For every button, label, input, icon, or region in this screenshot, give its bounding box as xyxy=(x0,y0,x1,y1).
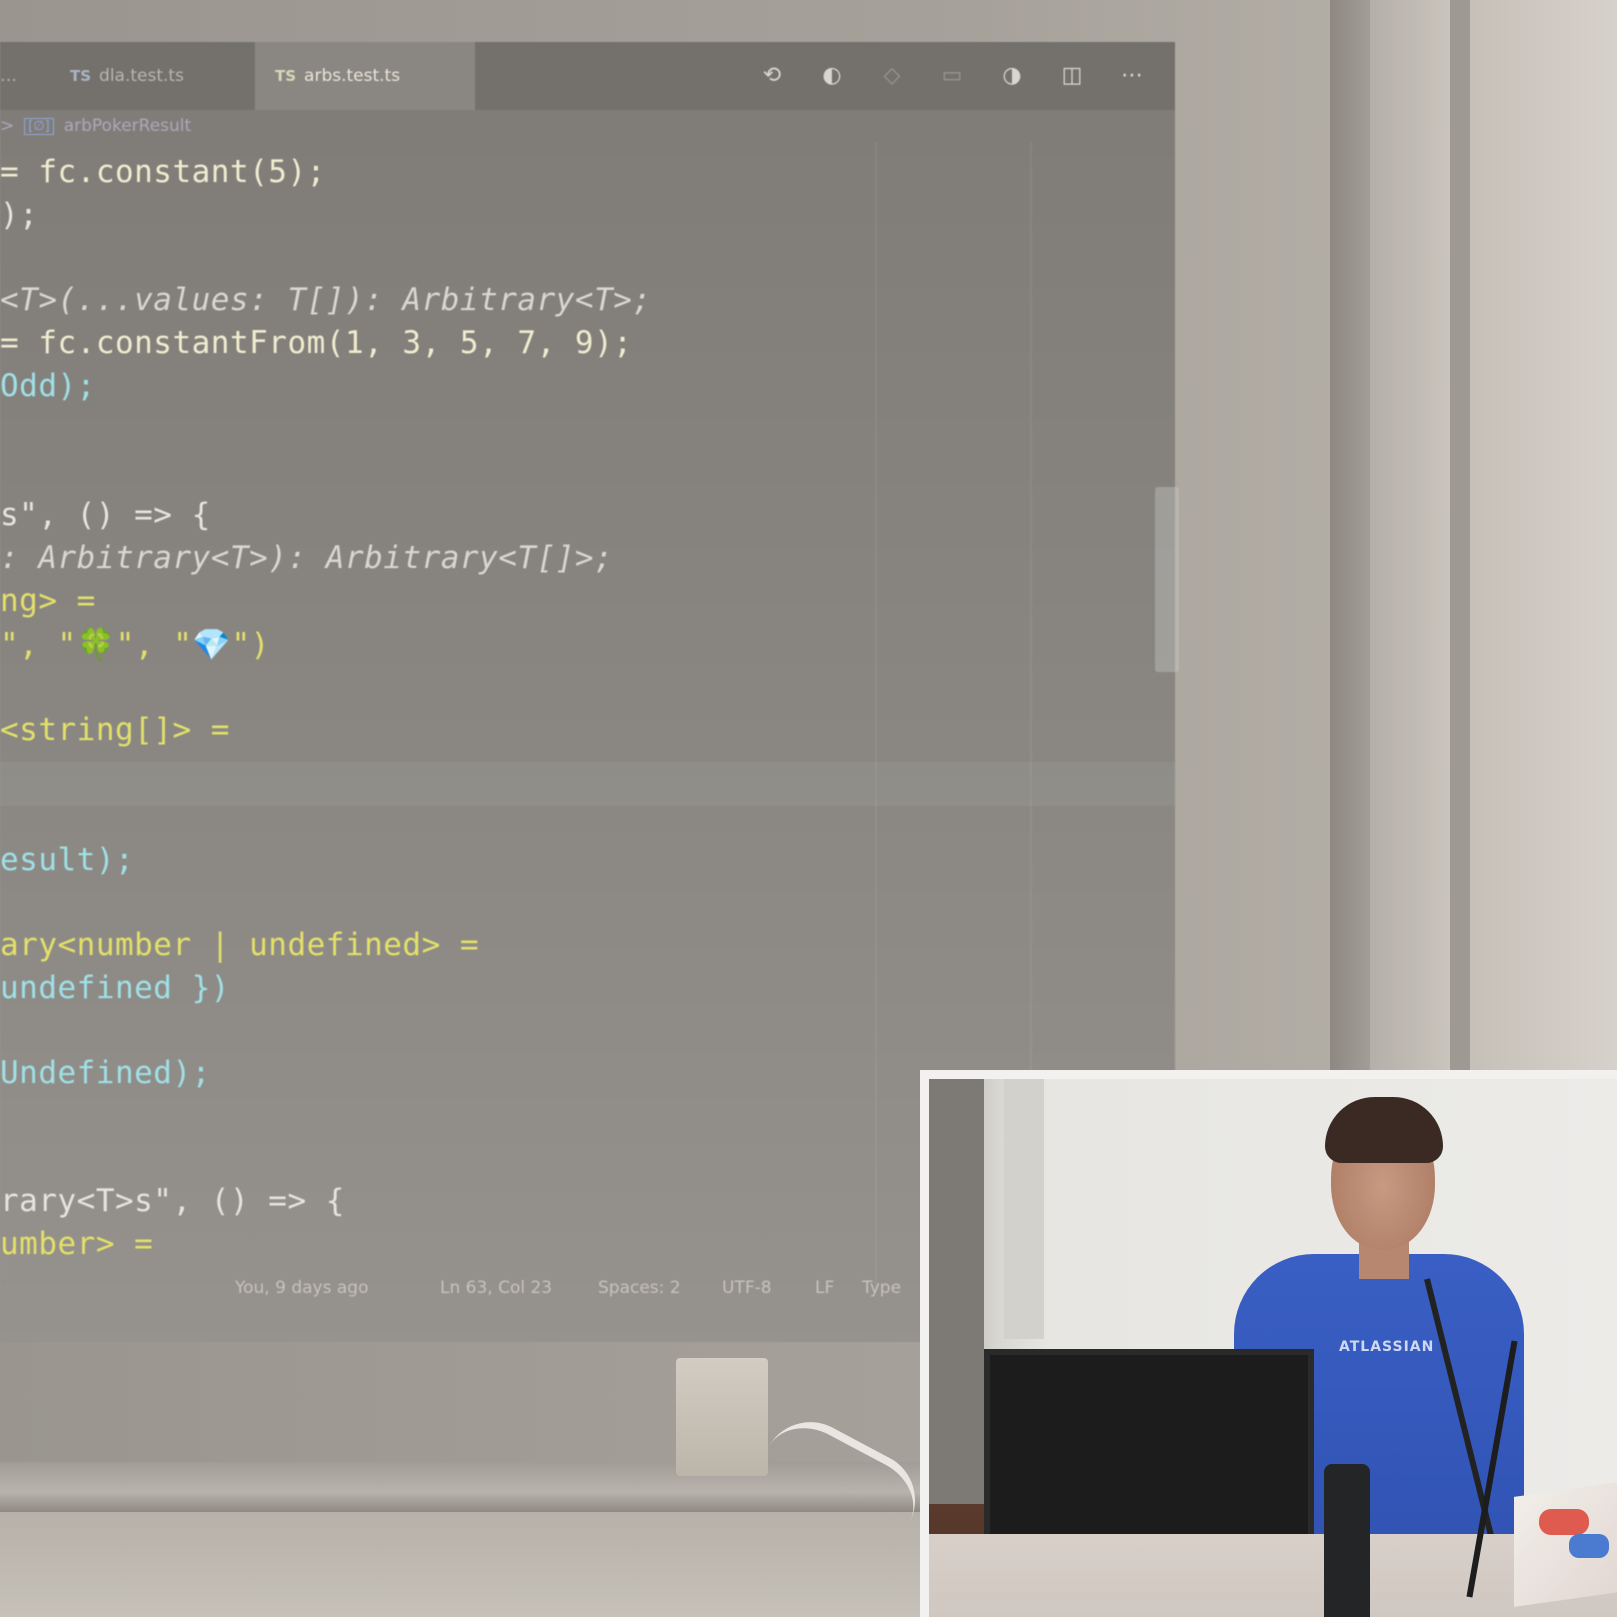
hair xyxy=(1325,1097,1443,1163)
code-line: <T>(...values: T[]): Arbitrary<T>; xyxy=(0,282,652,318)
split-editor-icon[interactable]: ◫ xyxy=(1058,62,1086,90)
toggle-icon[interactable]: ▭ xyxy=(938,62,966,90)
whiteboard-ledge xyxy=(0,1462,925,1512)
code-line: ); xyxy=(0,197,39,233)
wall-pillar xyxy=(1450,0,1470,1070)
line-ending-status[interactable]: LF xyxy=(815,1278,834,1298)
tab-label: arbs.test.ts xyxy=(304,66,401,86)
desk-monitor xyxy=(984,1349,1314,1549)
code-line: <string[]> = xyxy=(0,712,230,748)
wall-pillar xyxy=(1470,0,1617,1070)
indentation-status[interactable]: Spaces: 2 xyxy=(598,1278,681,1298)
code-line: ary<number | undefined> = xyxy=(0,927,480,963)
scrollbar-thumb[interactable] xyxy=(1155,487,1179,672)
breadcrumb-symbol[interactable]: arbPokerResult xyxy=(64,116,191,136)
code-line: Odd); xyxy=(0,368,96,404)
git-blame-status[interactable]: You, 9 days ago xyxy=(235,1278,368,1298)
breadcrumb-separator: > xyxy=(0,116,15,136)
variable-icon: [∅] xyxy=(24,117,54,135)
breadcrumb: > [∅] arbPokerResult xyxy=(0,116,191,136)
room-floor xyxy=(0,1512,925,1617)
indent-guide xyxy=(875,142,877,1292)
typescript-icon: TS xyxy=(70,67,92,85)
typescript-icon: TS xyxy=(275,67,297,85)
editor-toolbar: ⟲ ◐ ◇ ▭ ◑ ◫ ⋯ xyxy=(758,62,1146,90)
wall-pillar xyxy=(1370,0,1450,1070)
tab-arbs-test[interactable]: TS arbs.test.ts xyxy=(255,42,475,110)
code-line: ng> = xyxy=(0,583,96,619)
current-line-highlight xyxy=(0,762,1175,806)
go-back-icon[interactable]: ◐ xyxy=(818,62,846,90)
compare-changes-icon[interactable]: ⟲ xyxy=(758,62,786,90)
laptop-sticker xyxy=(1569,1534,1609,1558)
code-line: = fc.constant(5); xyxy=(0,154,326,190)
cursor-position-status[interactable]: Ln 63, Col 23 xyxy=(440,1278,552,1298)
code-line: umber> = xyxy=(0,1226,154,1262)
language-mode-status[interactable]: Type xyxy=(862,1278,901,1298)
tab-label: dla.test.ts xyxy=(99,66,184,86)
run-icon[interactable]: ◑ xyxy=(998,62,1026,90)
code-line: undefined }) xyxy=(0,970,230,1006)
go-forward-icon[interactable]: ◇ xyxy=(878,62,906,90)
code-line: Undefined); xyxy=(0,1055,211,1091)
code-line: = fc.constantFrom(1, 3, 5, 7, 9); xyxy=(0,325,633,361)
code-line: rary<T>s", () => { xyxy=(0,1183,345,1219)
wall-pillar xyxy=(1330,0,1370,1070)
wall-sensor xyxy=(676,1358,768,1476)
status-bar: You, 9 days ago Ln 63, Col 23 Spaces: 2 … xyxy=(0,1260,901,1340)
code-line: ", "🍀", "💎") xyxy=(0,627,270,663)
code-line: esult); xyxy=(0,842,135,878)
speaker-webcam: ATLASSIAN xyxy=(920,1070,1617,1617)
code-line: s", () => { xyxy=(0,497,211,533)
wall-panel xyxy=(1004,1079,1044,1339)
shirt-logo: ATLASSIAN xyxy=(1339,1339,1435,1355)
editor-tab-bar: … TS dla.test.ts TS arbs.test.ts ⟲ ◐ ◇ ▭… xyxy=(0,42,1175,110)
tab-dla-test[interactable]: TS dla.test.ts xyxy=(70,42,184,110)
encoding-status[interactable]: UTF-8 xyxy=(722,1278,772,1298)
code-line: : Arbitrary<T>): Arbitrary<T[]>; xyxy=(0,540,614,576)
tab-label: … xyxy=(0,66,17,86)
water-bottle xyxy=(1324,1464,1370,1617)
laptop-sticker xyxy=(1539,1509,1589,1535)
tab-previous[interactable]: … xyxy=(0,42,30,110)
more-icon[interactable]: ⋯ xyxy=(1118,62,1146,90)
